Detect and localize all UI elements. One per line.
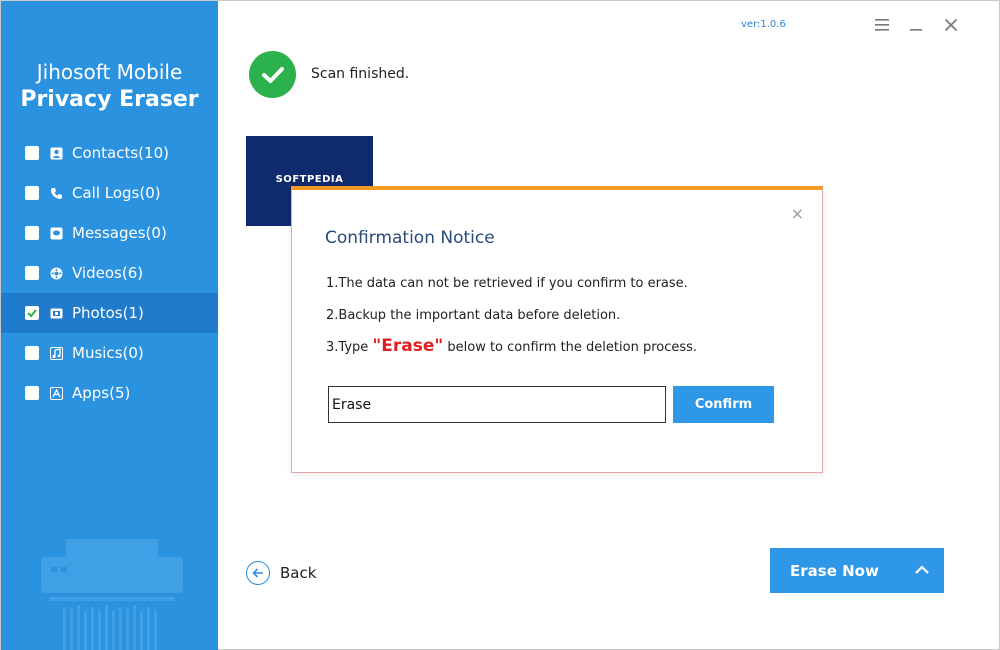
erase-keyword: "Erase" (372, 336, 444, 356)
notice-line-1: 1.The data can not be retrieved if you c… (326, 276, 688, 291)
scan-status-text: Scan finished. (311, 66, 410, 82)
back-button[interactable]: Back (246, 561, 316, 585)
apps-checkbox[interactable] (25, 386, 39, 400)
chevron-up-icon[interactable] (914, 561, 930, 579)
erase-confirm-input[interactable] (328, 386, 666, 423)
app-title-line1: Jihosoft Mobile (36, 60, 183, 84)
app-title: Jihosoft Mobile Privacy Eraser (1, 59, 218, 115)
photos-checkbox[interactable] (25, 306, 39, 320)
music-icon (50, 346, 63, 360)
call-logs-checkbox[interactable] (25, 186, 39, 200)
notice-line-2: 2.Backup the important data before delet… (326, 308, 621, 323)
sidebar-item-label: Contacts(10) (72, 144, 169, 162)
close-button[interactable] (941, 15, 961, 35)
back-label: Back (280, 564, 317, 582)
back-arrow-icon (246, 561, 270, 585)
menu-button[interactable] (872, 15, 892, 35)
photo-icon (50, 308, 63, 318)
sidebar-item-label: Photos(1) (72, 304, 144, 322)
close-icon (944, 18, 958, 32)
minimize-button[interactable] (906, 15, 926, 35)
sidebar-item-contacts[interactable]: Contacts(10) (1, 133, 218, 173)
confirmation-dialog: × Confirmation Notice 1.The data can not… (291, 186, 823, 473)
success-check-icon (249, 51, 296, 98)
message-icon (50, 227, 63, 239)
app-window: Jihosoft Mobile Privacy Eraser Contacts(… (0, 0, 1000, 650)
shredder-icon (41, 539, 183, 650)
minimize-icon (910, 29, 922, 31)
sidebar-item-label: Messages(0) (72, 224, 167, 242)
messages-checkbox[interactable] (25, 226, 39, 240)
sidebar-item-label: Apps(5) (72, 384, 131, 402)
dialog-title: Confirmation Notice (325, 228, 495, 248)
sidebar-item-label: Musics(0) (72, 344, 144, 362)
sidebar-nav: Contacts(10) Call Logs(0) Messages(0) Vi… (1, 133, 218, 413)
notice-line-3-suffix: below to confirm the deletion process. (443, 340, 698, 355)
menu-icon (875, 19, 889, 31)
erase-now-label: Erase Now (790, 561, 879, 580)
sidebar-item-musics[interactable]: Musics(0) (1, 333, 218, 373)
sidebar-item-label: Call Logs(0) (72, 184, 161, 202)
sidebar-item-messages[interactable]: Messages(0) (1, 213, 218, 253)
notice-line-3: 3.Type "Erase" below to confirm the dele… (326, 336, 697, 356)
sidebar-item-videos[interactable]: Videos(6) (1, 253, 218, 293)
sidebar-item-label: Videos(6) (72, 264, 144, 282)
sidebar-item-call-logs[interactable]: Call Logs(0) (1, 173, 218, 213)
sidebar: Jihosoft Mobile Privacy Eraser Contacts(… (1, 1, 218, 650)
videos-checkbox[interactable] (25, 266, 39, 280)
contacts-checkbox[interactable] (25, 146, 39, 160)
erase-now-button[interactable]: Erase Now (770, 548, 944, 593)
musics-checkbox[interactable] (25, 346, 39, 360)
phone-icon (51, 187, 62, 199)
version-label: ver:1.0.6 (741, 19, 786, 30)
app-title-line2: Privacy Eraser (20, 87, 199, 112)
sidebar-item-apps[interactable]: Apps(5) (1, 373, 218, 413)
sidebar-item-photos[interactable]: Photos(1) (1, 293, 218, 333)
dialog-close-button[interactable]: × (791, 204, 804, 223)
video-icon (50, 267, 63, 279)
notice-line-3-prefix: 3.Type (326, 340, 373, 355)
apps-icon (50, 386, 63, 400)
contacts-icon (50, 147, 63, 159)
confirm-button[interactable]: Confirm (673, 386, 774, 423)
thumbnail-watermark: SOFTPEDIA (275, 174, 344, 185)
